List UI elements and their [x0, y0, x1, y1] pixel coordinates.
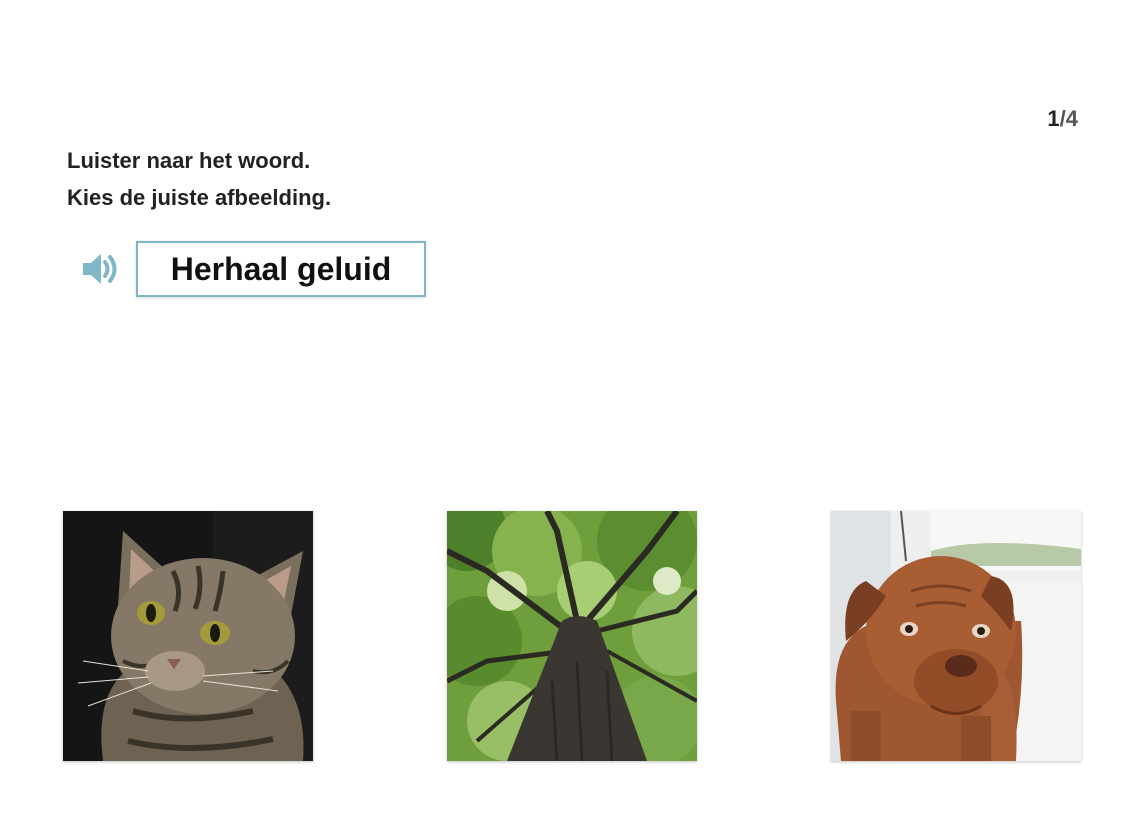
progress-current: 1 [1047, 106, 1060, 131]
instructions: Luister naar het woord. Kies de juiste a… [67, 142, 331, 216]
audio-controls: Herhaal geluid [80, 241, 426, 297]
repeat-sound-button[interactable]: Herhaal geluid [136, 241, 426, 297]
choice-image-dog[interactable] [831, 511, 1081, 761]
progress-total: /4 [1059, 106, 1078, 131]
choice-image-cat[interactable] [63, 511, 313, 761]
speaker-icon[interactable] [80, 248, 122, 290]
instruction-line-1: Luister naar het woord. [67, 148, 311, 173]
choice-image-tree[interactable] [447, 511, 697, 761]
progress-indicator: 1/4 [1047, 106, 1078, 132]
instruction-line-2: Kies de juiste afbeelding. [67, 185, 332, 210]
